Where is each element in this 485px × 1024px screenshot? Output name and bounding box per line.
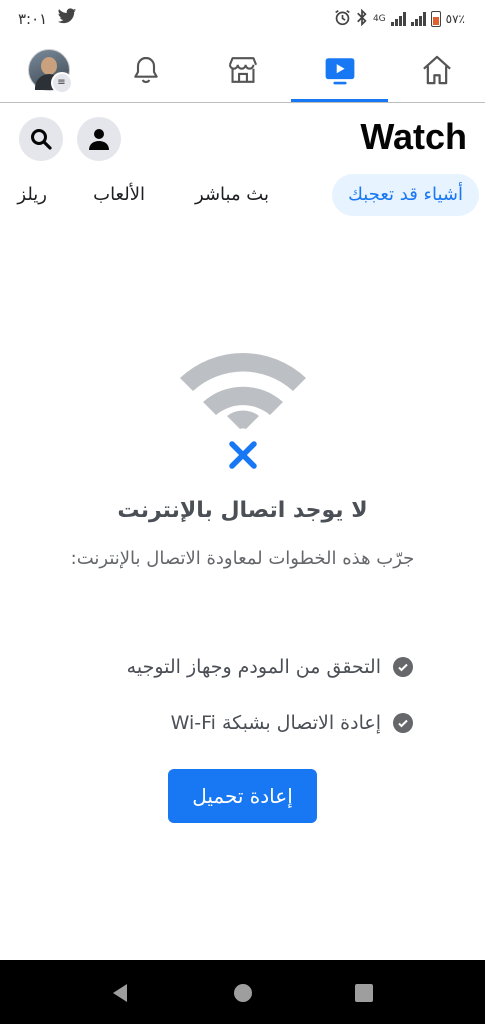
status-left: ٣:٠١ [18,8,77,29]
nav-notifications[interactable] [97,38,194,102]
tab-gaming[interactable]: الألعاب [93,174,145,216]
tab-live[interactable]: بث مباشر [195,174,269,216]
error-title: لا يوجد اتصال بالإنترنت [117,498,368,523]
check-icon [393,657,413,677]
bell-icon [133,56,158,84]
list-item: التحقق من المودم وجهاز التوجيه [33,648,413,686]
battery-icon [430,11,441,27]
battery-level: ٥٧٪ [445,12,465,26]
avatar: ≡ [27,49,73,94]
bluetooth-icon [356,8,368,29]
step-text: التحقق من المودم وجهاز التوجيه [126,656,381,678]
home-icon [422,55,451,85]
reload-button[interactable]: إعادة تحميل [168,769,317,823]
store-icon [228,57,257,83]
menu-icon: ≡ [50,72,73,94]
search-button[interactable] [19,117,63,161]
person-icon [89,129,109,150]
tab-reels[interactable]: ريلز [17,174,47,216]
signal-icon-2 [410,12,426,26]
home-circle-icon[interactable] [232,982,254,1004]
twitter-icon [57,8,77,29]
check-icon [393,713,413,733]
wifi-off-icon [176,340,310,474]
page-title: Watch [360,116,467,157]
step-text: إعادة الاتصال بشبكة Wi-Fi [170,712,381,734]
tab-for-you[interactable]: أشياء قد تعجبك [332,174,479,216]
network-label: 4G [372,14,386,24]
search-icon [31,129,52,150]
back-icon[interactable] [109,982,131,1004]
nav-marketplace[interactable] [194,38,291,102]
troubleshoot-steps: التحقق من المودم وجهاز التوجيه إعادة الا… [33,648,413,760]
status-time: ٣:٠١ [18,9,48,28]
nav-divider [0,102,485,103]
status-right: 4G ٥٧٪ [334,8,465,29]
nav-home[interactable] [388,38,485,102]
watch-video-icon [325,58,354,85]
alarm-icon [334,9,351,29]
nav-profile-menu[interactable]: ≡ [0,38,97,102]
signal-icon [390,12,406,26]
profile-button[interactable] [77,117,121,161]
list-item: إعادة الاتصال بشبكة Wi-Fi [33,704,413,742]
error-description: جرّب هذه الخطوات لمعاودة الاتصال بالإنتر… [70,548,415,569]
recents-icon[interactable] [353,982,375,1004]
system-nav-bar [0,960,485,1024]
watch-tabs: أشياء قد تعجبك بث مباشر الألعاب ريلز [0,174,485,218]
top-nav: ≡ [0,38,485,102]
nav-watch[interactable] [291,38,388,102]
watch-header: Watch [0,114,485,166]
status-bar: ٣:٠١ 4G ٥٧٪ [0,0,485,38]
